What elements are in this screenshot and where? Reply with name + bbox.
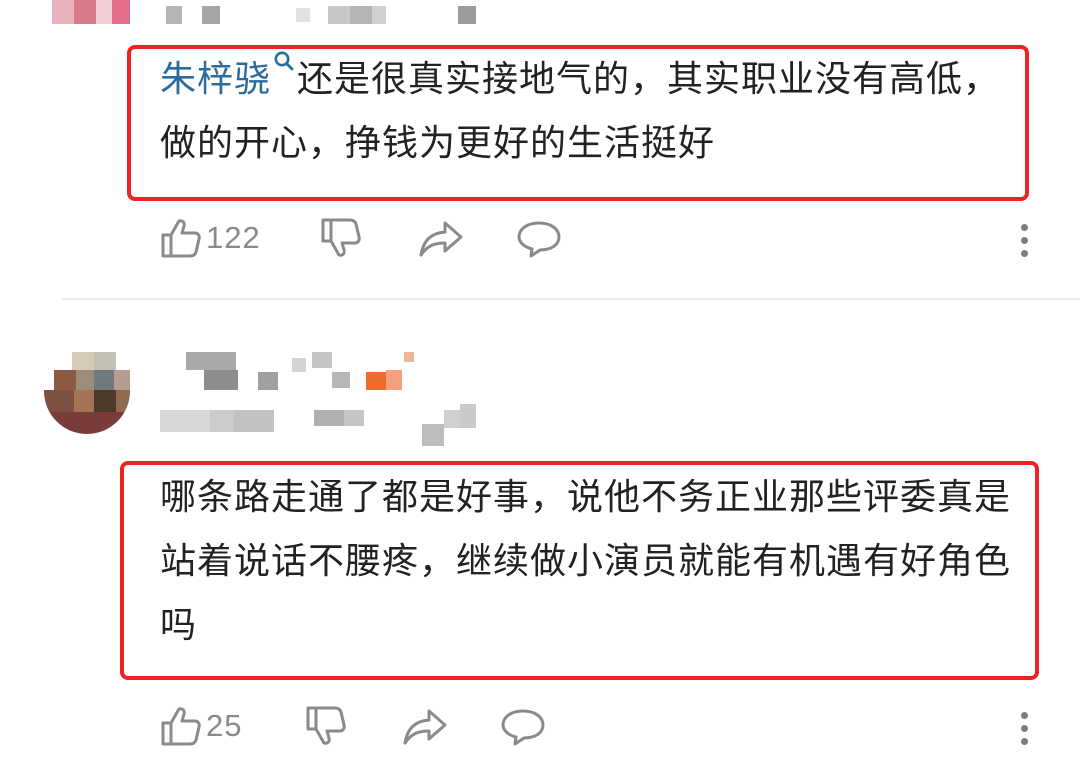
username-blurred [160, 6, 490, 28]
avatar[interactable] [44, 352, 130, 434]
thumbs-down-icon [306, 706, 346, 745]
timestamp-blurred [160, 404, 480, 446]
comment-bubble-icon [517, 221, 561, 258]
avatar[interactable] [52, 0, 130, 26]
share-icon [419, 221, 463, 257]
reply-button[interactable] [516, 220, 562, 258]
reply-button[interactable] [500, 708, 546, 746]
like-button[interactable]: 122 [160, 217, 261, 259]
more-vertical-icon[interactable] [1021, 712, 1029, 751]
dislike-button[interactable] [305, 705, 347, 747]
thumbs-up-icon [161, 219, 201, 258]
highlight-box [120, 461, 1039, 680]
thumbs-down-icon [321, 218, 361, 257]
more-vertical-icon[interactable] [1021, 224, 1029, 263]
dislike-button[interactable] [320, 217, 362, 259]
comment-divider [62, 298, 1080, 300]
thumbs-up-icon [161, 707, 201, 746]
like-button[interactable]: 25 [160, 705, 242, 747]
share-button[interactable] [402, 708, 448, 746]
share-button[interactable] [418, 220, 464, 258]
comment-bubble-icon [501, 709, 545, 746]
share-icon [403, 709, 447, 745]
highlight-box [127, 45, 1029, 201]
username-blurred [160, 352, 430, 392]
like-count: 25 [206, 708, 243, 743]
like-count: 122 [206, 220, 261, 255]
